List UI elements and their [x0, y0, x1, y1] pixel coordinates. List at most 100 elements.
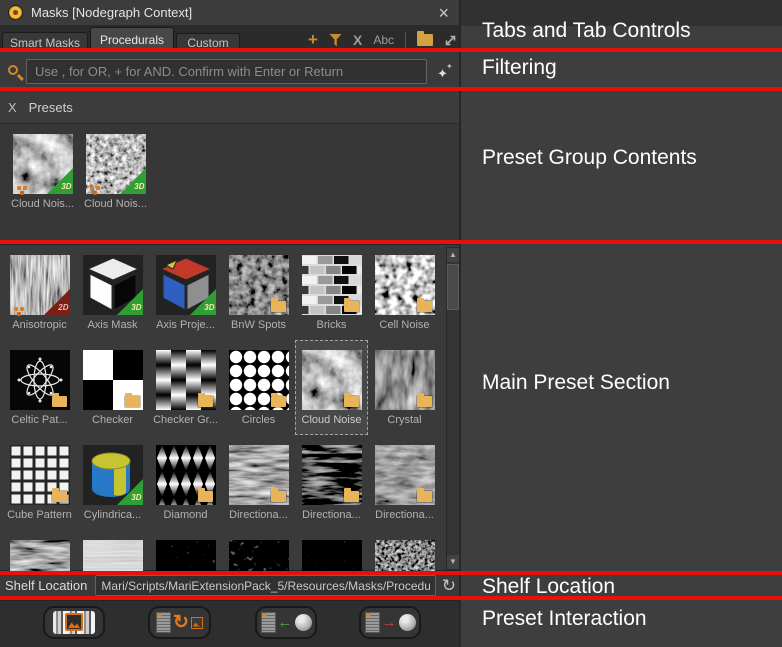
create-preset-button[interactable] [43, 606, 105, 639]
preset-item[interactable]: Cube Pattern [3, 435, 76, 530]
preset-thumbnail [10, 445, 70, 505]
scroll-up-icon[interactable]: ▲ [447, 248, 459, 262]
scrollbar[interactable]: ▲ ▼ [446, 247, 460, 570]
annotation-preset-interaction: Preset Interaction [482, 607, 647, 631]
preset-label: Cube Pattern [7, 509, 72, 521]
preset-label: Cell Noise [379, 319, 429, 331]
preset-label: Cloud Noise [302, 414, 362, 426]
annotation-line [0, 571, 782, 575]
mini-image-icon [191, 617, 203, 629]
preset-thumbnail [375, 540, 435, 572]
preset-item[interactable]: Checker Gr... [149, 340, 222, 435]
add-tab-icon[interactable]: + [308, 32, 318, 48]
preset-thumbnail [229, 350, 289, 410]
preset-item[interactable]: 3D Cylindrica... [76, 435, 149, 530]
preset-thumbnail [375, 255, 435, 315]
preset-thumbnail [83, 350, 143, 410]
3d-badge-icon: 3D [120, 168, 146, 194]
annotation-main-preset: Main Preset Section [482, 371, 670, 395]
collapse-group-icon[interactable]: X [8, 100, 17, 115]
apply-preset-button[interactable]: → [359, 606, 421, 639]
refresh-shelf-icon[interactable]: ↻ [442, 577, 456, 594]
folder-icon[interactable] [417, 34, 433, 46]
annotation-line [0, 240, 782, 244]
preset-thumbnail [302, 350, 362, 410]
preset-label: Directiona... [229, 509, 288, 521]
scroll-down-icon[interactable]: ▼ [447, 555, 459, 569]
preset-thumbnail [83, 540, 143, 572]
preset-item[interactable] [76, 530, 149, 572]
folder-badge-icon [271, 491, 286, 502]
search-icon [8, 65, 18, 75]
preset-item[interactable]: Cloud Noise [295, 340, 368, 435]
preset-item[interactable]: Circles [222, 340, 295, 435]
annotation-tabs: Tabs and Tab Controls [482, 19, 691, 43]
3d-badge-icon: 3D [190, 289, 216, 315]
folder-badge-icon [344, 301, 359, 312]
sphere-icon [399, 614, 416, 631]
preset-item[interactable]: 3D Cloud Nois... [6, 124, 79, 219]
sparkle-clear-icon[interactable]: ✦ ✦ [435, 62, 455, 82]
preset-item[interactable] [3, 530, 76, 572]
preset-label: Circles [242, 414, 276, 426]
3d-badge-icon: 3D [117, 289, 143, 315]
filter-funnel-icon[interactable] [329, 34, 342, 47]
preset-item[interactable]: Directiona... [368, 435, 441, 530]
folder-badge-icon [125, 396, 140, 407]
3d-badge-icon: 3D [47, 168, 73, 194]
preset-item[interactable]: Cell Noise [368, 245, 441, 340]
preset-group-title: Presets [29, 100, 73, 115]
clear-filter-icon[interactable]: X [353, 32, 362, 48]
scrollbar-thumb[interactable] [447, 264, 459, 310]
preset-item[interactable]: Checker [76, 340, 149, 435]
preset-item[interactable]: Bricks [295, 245, 368, 340]
main-preset-section: 2DAnisotropic 3DAxis Mask 3D Axis Proje..… [0, 244, 461, 571]
folder-badge-icon [344, 491, 359, 502]
preset-thumbnail: 3D [86, 134, 146, 194]
procedural-badge-icon [17, 186, 21, 190]
preset-item[interactable] [149, 530, 222, 572]
annotation-preset-group: Preset Group Contents [482, 146, 697, 170]
preset-thumbnail: 2D [10, 255, 70, 315]
preset-label: Diamond [163, 509, 207, 521]
preset-thumbnail [302, 445, 362, 505]
folder-badge-icon [417, 491, 432, 502]
preset-item[interactable]: 3DAxis Mask [76, 245, 149, 340]
preset-item[interactable]: Celtic Pat... [3, 340, 76, 435]
shelf-list-icon [365, 612, 380, 633]
preset-thumbnail: 3D [83, 445, 143, 505]
preset-item[interactable]: 3D Cloud Nois... [79, 124, 152, 219]
preset-label: Bricks [317, 319, 347, 331]
abc-text-filter-icon[interactable]: Abc [373, 33, 394, 47]
load-preset-button[interactable]: ← [255, 606, 317, 639]
preset-item[interactable] [368, 530, 441, 572]
preset-item[interactable]: Directiona... [295, 435, 368, 530]
preset-label: Cylindrica... [84, 509, 141, 521]
preset-thumbnail [156, 350, 216, 410]
preset-item[interactable]: Diamond [149, 435, 222, 530]
preset-item[interactable] [295, 530, 368, 572]
preset-label: Cloud Nois... [11, 198, 74, 210]
red-right-arrow-icon: → [382, 615, 397, 630]
update-preset-button[interactable]: ↻ [148, 606, 211, 639]
expand-icon[interactable] [444, 34, 457, 47]
preset-item[interactable]: 2DAnisotropic [3, 245, 76, 340]
preset-item[interactable]: Crystal [368, 340, 441, 435]
title-bar: Masks [Nodegraph Context] × [0, 0, 461, 26]
texture-stripes-icon [53, 611, 95, 634]
preset-label: Directiona... [302, 509, 361, 521]
close-icon[interactable]: × [434, 6, 453, 20]
filter-input[interactable] [26, 59, 427, 84]
preset-label: Axis Proje... [156, 319, 215, 331]
folder-badge-icon [198, 491, 213, 502]
preset-thumbnail [156, 540, 216, 572]
preset-label: Cloud Nois... [84, 198, 147, 210]
shelf-list-icon [261, 612, 276, 633]
annotation-line [0, 596, 782, 600]
preset-item[interactable]: BnW Spots [222, 245, 295, 340]
shelf-location-input[interactable] [95, 575, 435, 596]
preset-label: Crystal [387, 414, 421, 426]
preset-item[interactable]: Directiona... [222, 435, 295, 530]
preset-item[interactable]: 3D Axis Proje... [149, 245, 222, 340]
preset-item[interactable] [222, 530, 295, 572]
